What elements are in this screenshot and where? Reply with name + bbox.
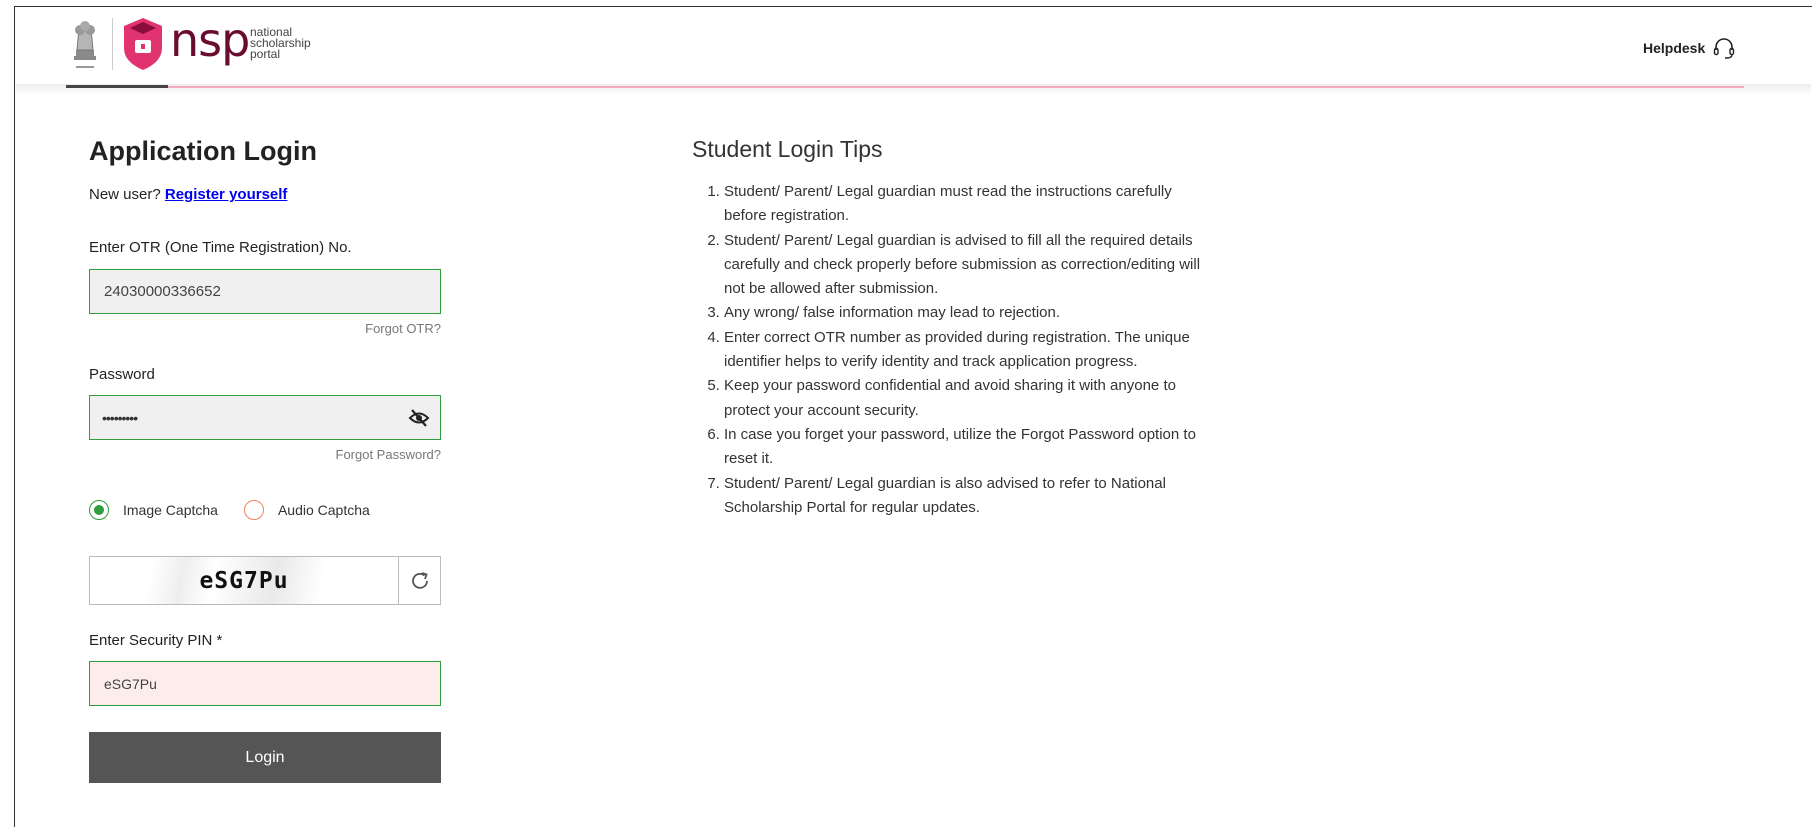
logo-separator [112, 18, 113, 70]
helpdesk-label: Helpdesk [1643, 40, 1706, 56]
header-active-tab-indicator [66, 85, 168, 88]
header-underline [66, 86, 1744, 88]
national-emblem-icon [74, 21, 96, 68]
tips-list: Student/ Parent/ Legal guardian must rea… [692, 180, 1209, 520]
tip-item: Student/ Parent/ Legal guardian is advis… [724, 229, 1209, 302]
password-field-wrapper: ••••••••• [89, 395, 441, 440]
tips-title: Student Login Tips [692, 136, 883, 162]
new-user-prompt: New user? Register yourself [89, 186, 287, 203]
security-pin-field-wrapper [89, 661, 441, 706]
refresh-icon [411, 571, 428, 589]
tip-item: Enter correct OTR number as provided dur… [724, 326, 1209, 375]
security-pin-input[interactable] [102, 674, 428, 693]
nsp-shield-logo-icon [124, 18, 162, 70]
forgot-password-link[interactable]: Forgot Password? [336, 447, 442, 462]
brand-short: nsp [170, 13, 250, 67]
register-link[interactable]: Register yourself [165, 186, 288, 203]
brand-line-3: portal [250, 47, 281, 61]
tip-item: Student/ Parent/ Legal guardian is also … [724, 472, 1209, 521]
page-title: Application Login [89, 136, 317, 166]
password-input[interactable]: ••••••••• [102, 410, 138, 426]
otr-label: Enter OTR (One Time Registration) No. [89, 239, 352, 256]
captcha-box: eSG7Pu [89, 556, 441, 605]
otr-input[interactable] [102, 282, 428, 301]
captcha-type-group: Image Captcha Audio Captcha [89, 500, 370, 520]
tip-item: Any wrong/ false information may lead to… [724, 301, 1209, 325]
eye-off-icon[interactable] [408, 407, 430, 429]
tip-item: Student/ Parent/ Legal guardian must rea… [724, 180, 1209, 229]
new-user-text: New user? [89, 186, 161, 203]
captcha-refresh-button[interactable] [398, 557, 440, 604]
login-button[interactable]: Login [89, 732, 441, 783]
image-captcha-radio[interactable] [89, 500, 109, 520]
forgot-otr-link[interactable]: Forgot OTR? [365, 321, 441, 336]
tip-item: In case you forget your password, utiliz… [724, 423, 1209, 472]
password-label: Password [89, 366, 155, 383]
tip-item: Keep your password confidential and avoi… [724, 374, 1209, 423]
image-captcha-label: Image Captcha [123, 502, 218, 518]
otr-field-wrapper [89, 269, 441, 314]
helpdesk-link[interactable]: Helpdesk [1643, 36, 1735, 60]
brand-tagline: national scholarship portal [250, 26, 330, 61]
audio-captcha-radio[interactable] [243, 500, 264, 520]
audio-captcha-label: Audio Captcha [277, 502, 370, 518]
security-pin-label: Enter Security PIN * [89, 632, 223, 649]
captcha-image: eSG7Pu [90, 557, 398, 604]
headset-icon [1714, 38, 1735, 59]
